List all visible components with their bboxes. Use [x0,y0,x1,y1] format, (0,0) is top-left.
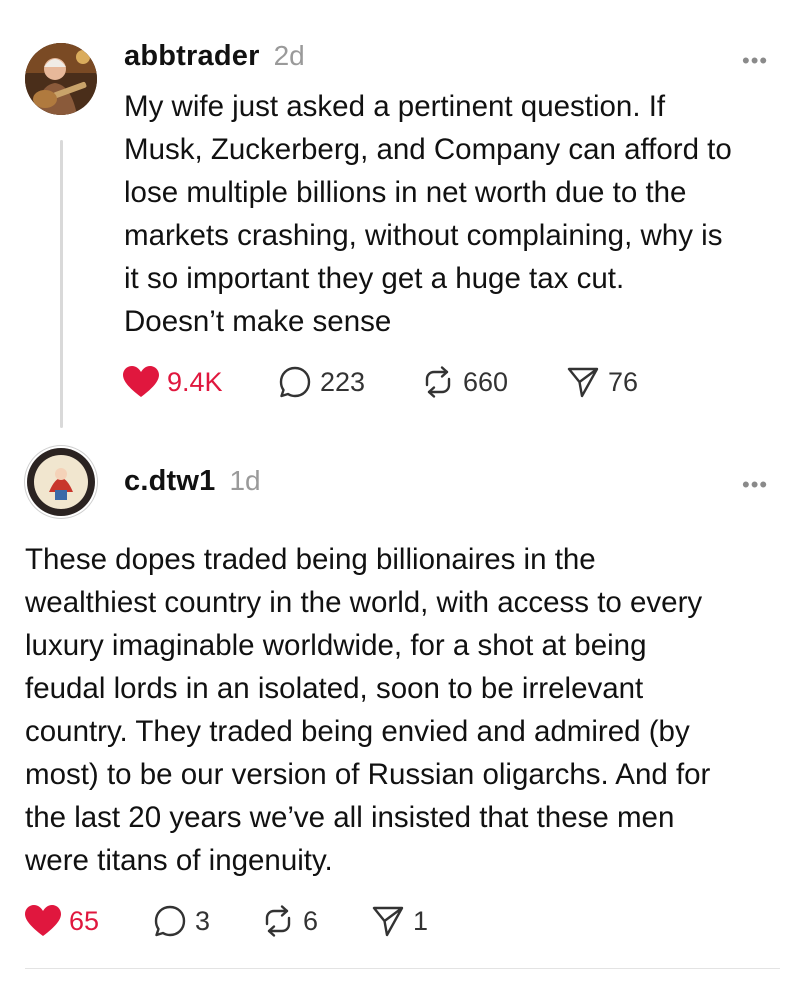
username[interactable]: abbtrader [124,40,260,73]
reply-button[interactable]: 3 [153,904,261,938]
more-icon[interactable]: ••• [742,48,768,74]
share-button[interactable]: 76 [566,365,638,399]
reply-button[interactable]: 223 [278,365,421,399]
post-text-line: it so important they get a huge tax cut. [124,262,625,295]
reply-count: 223 [320,366,366,397]
post-text-line: luxury imaginable worldwide, for a shot … [25,629,647,662]
post-text-line: most) to be our version of Russian oliga… [25,758,711,791]
post-text-line: Doesn’t make sense [124,305,392,338]
repost-count: 660 [463,366,509,397]
share-count: 1 [413,905,429,936]
avatar[interactable] [25,43,97,115]
post-text-line: These dopes traded being billionaires in… [25,543,596,576]
timestamp: 2d [273,40,305,71]
share-count: 76 [608,366,639,397]
avatar-photo [25,43,97,115]
comment-icon [154,905,186,937]
post-text-line: the last 20 years we’ve all insisted tha… [25,801,675,834]
like-count: 9.4K [167,366,223,397]
post-actions: 9.4K 223 660 76 [123,365,638,399]
repost-button[interactable]: 6 [261,904,371,938]
post-header: c.dtw1 1d [124,465,261,498]
avatar[interactable] [25,446,97,518]
post-header: abbtrader 2d [124,40,305,73]
post-text-line: were titans of ingenuity. [25,844,333,877]
repost-icon [265,905,291,937]
post-text-line: markets crashing, without complaining, w… [124,219,723,252]
thread-line [60,140,63,428]
post-text-line: country. They traded being envied and ad… [25,715,690,748]
comment-icon [279,366,311,398]
repost-icon [425,366,451,398]
share-icon [372,906,404,937]
divider [25,968,780,969]
username[interactable]: c.dtw1 [124,465,215,498]
post-text-line: feudal lords in an isolated, soon to be … [25,672,644,705]
post-text: These dopes traded being billionaires in… [25,538,710,882]
post-text: My wife just asked a pertinent question.… [124,85,732,343]
heart-icon [123,366,159,397]
share-button[interactable]: 1 [371,904,428,938]
share-icon [567,367,599,398]
timestamp: 1d [229,465,261,496]
post-text-line: My wife just asked a pertinent question.… [124,90,666,123]
like-count: 65 [69,905,100,936]
post-text-line: Musk, Zuckerberg, and Company can afford… [124,133,732,166]
avatar-logo [27,448,95,516]
like-button[interactable]: 65 [25,905,153,937]
reply-count: 3 [195,905,211,936]
heart-icon [25,905,61,936]
more-icon[interactable]: ••• [742,472,768,498]
post-actions: 65 3 6 1 [25,904,428,938]
repost-button[interactable]: 660 [421,365,566,399]
repost-count: 6 [303,905,319,936]
post-text-line: wealthiest country in the world, with ac… [25,586,703,619]
post-text-line: lose multiple billions in net worth due … [124,176,687,209]
like-button[interactable]: 9.4K [123,366,278,398]
